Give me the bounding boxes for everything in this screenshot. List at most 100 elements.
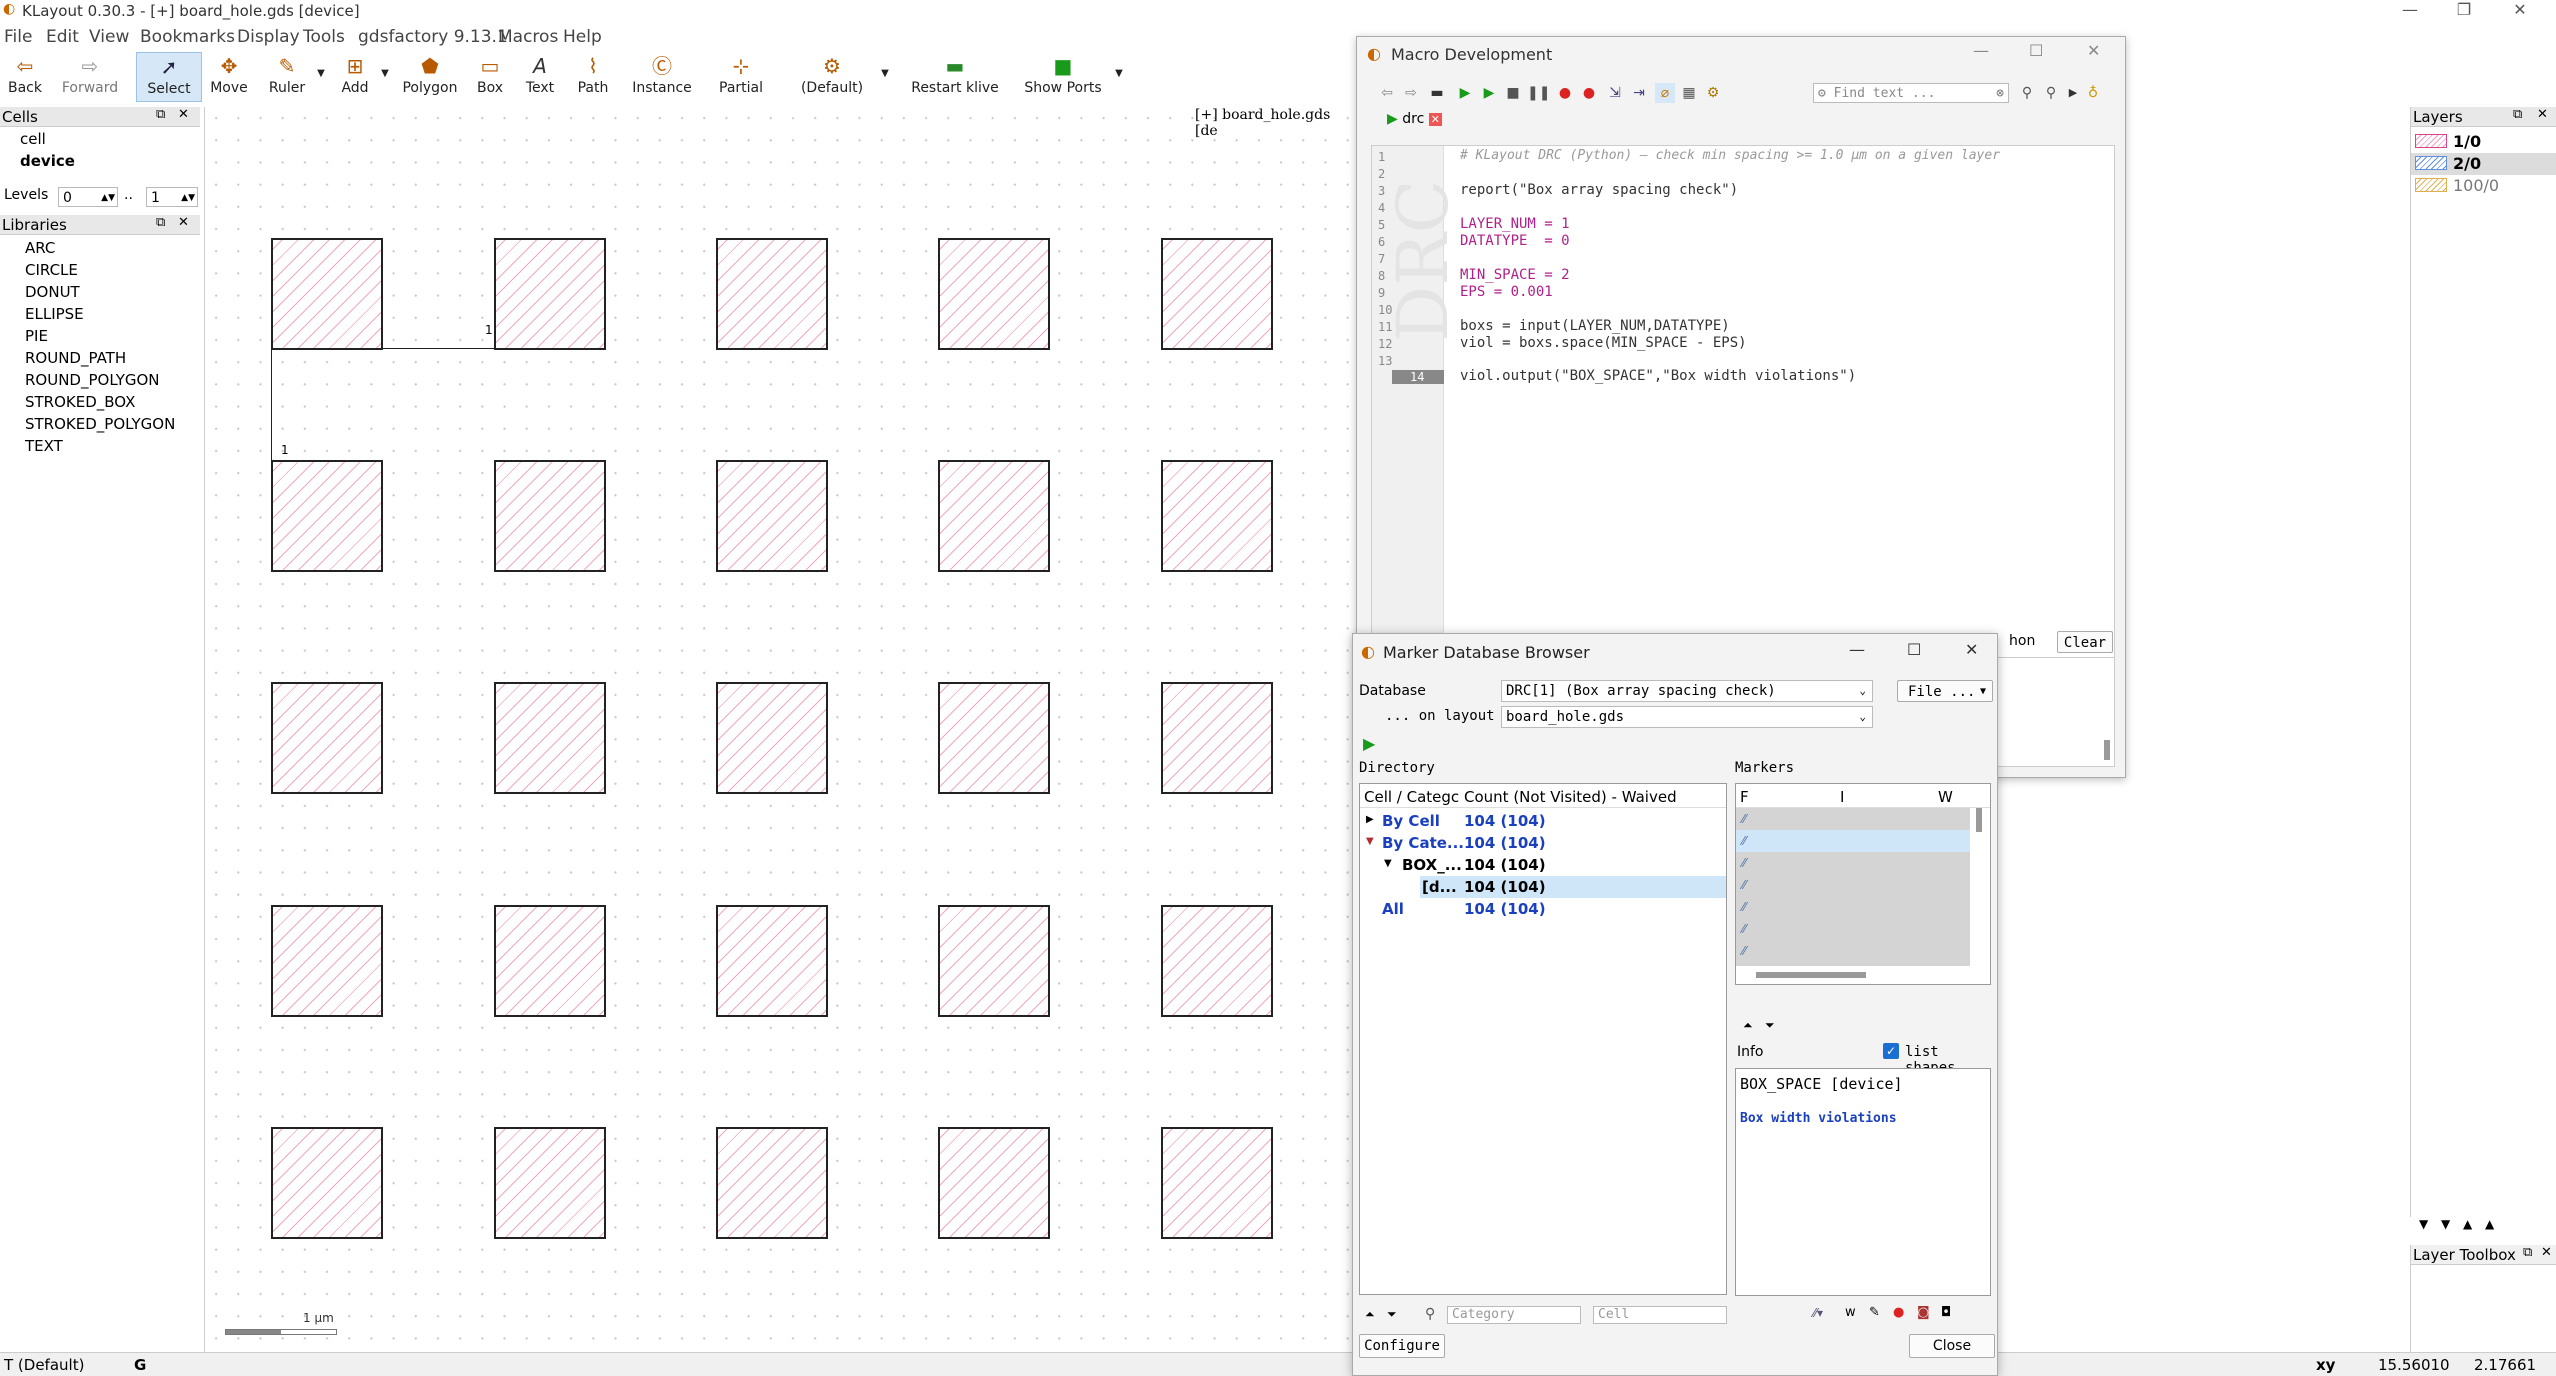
ruler-dropdown[interactable]: ▼ (314, 68, 328, 82)
layout-box[interactable] (271, 682, 383, 794)
breakpoint-icon[interactable]: ● (1555, 83, 1575, 103)
layout-box[interactable] (938, 682, 1050, 794)
library-item[interactable]: ROUND_POLYGON (25, 371, 160, 389)
layout-box[interactable] (271, 1127, 383, 1239)
tab-drc[interactable]: ▶ drc ✕ (1387, 111, 1447, 131)
menu-edit[interactable]: Edit (46, 27, 79, 47)
library-item[interactable]: TEXT (25, 437, 63, 455)
waive-icon[interactable]: w (1845, 1305, 1856, 1320)
move-up-icon[interactable]: ▲ (2463, 1217, 2472, 1231)
layer-row-selected[interactable]: 2/0 (2411, 153, 2556, 175)
partial-tool-button[interactable]: ⊹ Partial (708, 52, 774, 102)
level-from-spinbox[interactable]: 0 ▲▼ (58, 187, 118, 207)
cell-filter-input[interactable]: Cell (1593, 1306, 1727, 1324)
menu-display[interactable]: Display (237, 27, 300, 47)
layout-box[interactable] (494, 905, 606, 1017)
add-dropdown[interactable]: ▼ (378, 68, 392, 82)
move-up-icon[interactable]: ⏶ (1365, 1307, 1375, 1322)
polygon-tool-button[interactable]: ⬟ Polygon (398, 52, 462, 102)
close-icon[interactable]: ✕ (178, 215, 189, 230)
database-select[interactable]: DRC[1] (Box array spacing check) ⌄ (1501, 680, 1873, 702)
column-header[interactable]: Count (Not Visited) - Waived (1464, 788, 1677, 806)
file-menu-button[interactable]: File ... ▼ (1897, 680, 1993, 702)
column-header[interactable]: I (1840, 788, 1844, 806)
library-item[interactable]: DONUT (25, 283, 80, 301)
menu-macros[interactable]: Macros (498, 27, 558, 47)
close-icon[interactable]: ✕ (1965, 640, 1978, 659)
layout-box[interactable] (1161, 238, 1273, 350)
layout-box[interactable] (716, 682, 828, 794)
layout-box[interactable] (494, 238, 606, 350)
library-item[interactable]: CIRCLE (25, 261, 78, 279)
category-filter-input[interactable]: Category (1447, 1306, 1581, 1324)
float-icon[interactable]: ⧉ (2523, 1245, 2532, 1260)
layout-box[interactable] (1161, 1127, 1273, 1239)
menu-file[interactable]: File (4, 27, 32, 47)
layout-box[interactable] (494, 460, 606, 572)
move-down-icon[interactable]: ▼ (2419, 1217, 2428, 1231)
maximize-icon[interactable]: ☐ (1907, 640, 1921, 659)
run-icon[interactable]: ▶ (1455, 83, 1475, 103)
layout-box[interactable] (938, 1127, 1050, 1239)
float-icon[interactable]: ⧉ (156, 215, 165, 230)
cell-item[interactable]: cell (20, 130, 46, 148)
find-text-input[interactable]: ⚙ Find text ... ⊗ (1813, 83, 2009, 103)
menu-help[interactable]: Help (563, 27, 602, 47)
step-over-icon[interactable]: ⇥ (1629, 83, 1649, 103)
instance-tool-button[interactable]: Ⓒ Instance (624, 52, 700, 102)
menu-tools[interactable]: Tools (303, 27, 345, 47)
show-ports-dropdown[interactable]: ▼ (1112, 68, 1126, 82)
layout-box[interactable] (1161, 905, 1273, 1017)
float-icon[interactable]: ⧉ (156, 107, 165, 122)
edit-icon[interactable]: ✎ (1869, 1305, 1880, 1320)
layout-box[interactable] (716, 905, 828, 1017)
move-up-icon[interactable]: ▲ (2485, 1217, 2494, 1231)
scrollbar[interactable] (1976, 808, 1982, 832)
layout-canvas[interactable]: [+] board_hole.gds [de ✕ 1 1 1 µm (204, 107, 1391, 1352)
move-down-icon[interactable]: ▼ (2441, 1217, 2450, 1231)
library-item[interactable]: ELLIPSE (25, 305, 84, 323)
minimize-icon[interactable]: — (1849, 640, 1865, 659)
column-header[interactable]: F (1740, 788, 1749, 806)
snapshot-icon[interactable]: ◙ (1917, 1305, 1930, 1320)
move-down-icon[interactable]: ⏷ (1765, 1018, 1775, 1033)
library-item[interactable]: STROKED_BOX (25, 393, 135, 411)
text-tool-button[interactable]: A Text (518, 52, 562, 102)
library-item[interactable]: ARC (25, 239, 55, 257)
scrollbar-horizontal[interactable] (1756, 972, 1866, 978)
console-clear-button[interactable]: Clear (2057, 631, 2113, 653)
tree-row-selected[interactable]: [d... 104 (104) (1420, 876, 1726, 898)
find-icon[interactable]: ⚲ (2017, 83, 2037, 103)
help-icon[interactable]: ♁ (2083, 83, 2103, 103)
layout-box[interactable] (271, 460, 383, 572)
library-item[interactable]: STROKED_POLYGON (25, 415, 175, 433)
tree-row[interactable]: ▶ By Cell 104 (104) (1360, 810, 1726, 832)
float-icon[interactable]: ⧉ (2513, 107, 2522, 122)
move-up-icon[interactable]: ⏶ (1743, 1018, 1753, 1033)
column-header[interactable]: W (1938, 788, 1953, 806)
layout-box[interactable] (938, 238, 1050, 350)
menu-view[interactable]: View (89, 27, 129, 47)
restore-icon[interactable]: ❐ (2444, 0, 2484, 19)
close-icon[interactable]: ✕ (178, 107, 189, 122)
clear-breakpoints-icon[interactable]: ● (1579, 83, 1599, 103)
marker-row-selected[interactable] (1736, 830, 1970, 852)
column-header[interactable]: Cell / Categc (1364, 788, 1459, 806)
layout-box[interactable] (716, 460, 828, 572)
default-dropdown[interactable]: ▼ (878, 68, 892, 82)
tree-row[interactable]: All 104 (104) (1360, 898, 1726, 920)
layout-box[interactable] (494, 682, 606, 794)
layout-box[interactable] (716, 238, 828, 350)
markers-rows[interactable]: ⁄⁄ ⁄⁄ ⁄⁄ ⁄⁄ ⁄⁄ ⁄⁄ ⁄⁄ (1736, 808, 1970, 966)
camera-icon[interactable]: ◘ (1941, 1305, 1951, 1320)
close-icon[interactable]: ✕ (2087, 41, 2100, 60)
list-shapes-checkbox[interactable]: ✓ (1883, 1043, 1899, 1059)
close-icon[interactable]: ✕ (2537, 107, 2548, 122)
close-button[interactable]: Close (1909, 1334, 1995, 1358)
library-item[interactable]: PIE (25, 327, 48, 345)
directory-tree[interactable]: Cell / Categc Count (Not Visited) - Waiv… (1359, 783, 1727, 1295)
back-button[interactable]: ⇦ Back (2, 52, 48, 102)
move-down-icon[interactable]: ⏷ (1387, 1307, 1397, 1322)
next-icon[interactable]: ▶ (2063, 83, 2083, 103)
clear-search-icon[interactable]: ⊗ (1996, 84, 2004, 104)
